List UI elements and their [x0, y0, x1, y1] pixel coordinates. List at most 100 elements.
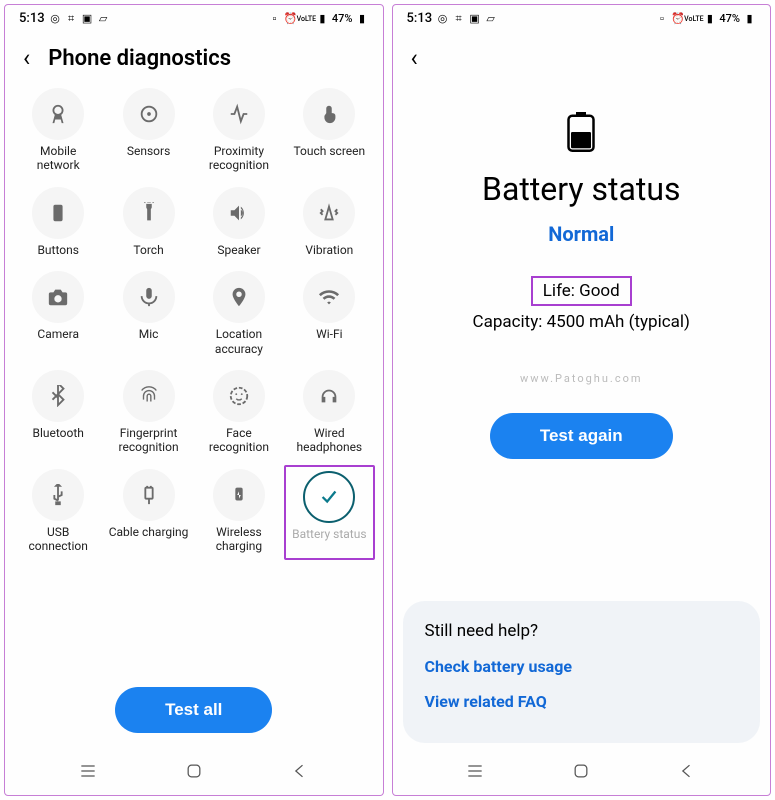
battery-life: Life: Good: [531, 276, 632, 306]
antenna-icon: [32, 88, 84, 140]
header: ‹ Phone diagnostics: [5, 28, 383, 82]
tile-label: Camera: [37, 327, 79, 341]
diag-tile-wifi[interactable]: Wi-Fi: [284, 267, 374, 362]
tile-label: Speaker: [217, 243, 260, 257]
diag-tile-fingerprint[interactable]: Fingerprint recognition: [103, 366, 193, 461]
diag-tile-cable-charge[interactable]: Cable charging: [103, 465, 193, 560]
volte-icon: VoLTE: [300, 12, 313, 25]
sensors-icon: [123, 88, 175, 140]
status-left-icons: ◎ ⌗ ▣ ▱: [436, 12, 497, 25]
check-icon: [303, 471, 355, 523]
test-all-button[interactable]: Test all: [115, 687, 272, 733]
tile-label: Proximity recognition: [199, 144, 279, 173]
diag-tile-location[interactable]: Location accuracy: [194, 267, 284, 362]
wireless-charge-icon: [213, 469, 265, 521]
diagnostics-grid: Mobile network Sensors Proximity recogniti…: [5, 82, 383, 677]
tile-label: Fingerprint recognition: [109, 426, 189, 455]
gallery-icon: ▱: [484, 12, 497, 25]
watermark: www.Patoghu.com: [520, 372, 643, 385]
phone-diagnostics-screen: 5:13 ◎ ⌗ ▣ ▱ ▫ ⏰ VoLTE ▮ 47% ▮ ‹ Phone d…: [4, 4, 384, 796]
tile-label: Torch: [133, 243, 163, 257]
diag-tile-wireless-charge[interactable]: Wireless charging: [194, 465, 284, 560]
diag-tile-check[interactable]: Battery status: [284, 465, 374, 560]
battery-capacity: Capacity: 4500 mAh (typical): [473, 312, 690, 332]
signal-icon: ▮: [703, 12, 716, 25]
recents-button[interactable]: [68, 761, 108, 781]
tile-label: Location accuracy: [199, 327, 279, 356]
back-nav-button[interactable]: [667, 761, 707, 781]
diag-tile-headphones[interactable]: Wired headphones: [284, 366, 374, 461]
home-button[interactable]: [174, 761, 214, 781]
back-button[interactable]: ‹: [411, 44, 418, 72]
nfc-icon: ▫: [655, 12, 668, 25]
tile-label: Wired headphones: [289, 426, 369, 455]
tile-label: Sensors: [127, 144, 170, 158]
check-battery-usage-link[interactable]: Check battery usage: [425, 657, 739, 676]
tile-label: Face recognition: [199, 426, 279, 455]
slack-icon: ⌗: [65, 12, 78, 25]
tile-label: Touch screen: [293, 144, 365, 158]
diag-tile-camera[interactable]: Camera: [13, 267, 103, 362]
tile-label: Buttons: [37, 243, 79, 257]
speaker-icon: [213, 187, 265, 239]
instagram-icon: ▣: [468, 12, 481, 25]
battery-percent: 47%: [332, 12, 353, 25]
page-title: Phone diagnostics: [48, 46, 231, 71]
whatsapp-icon: ◎: [436, 12, 449, 25]
whatsapp-icon: ◎: [49, 12, 62, 25]
view-faq-link[interactable]: View related FAQ: [425, 692, 739, 711]
tile-label: Wi-Fi: [316, 327, 342, 341]
tile-label: Wireless charging: [199, 525, 279, 554]
diag-tile-usb[interactable]: USB connection: [13, 465, 103, 560]
diag-tile-antenna[interactable]: Mobile network: [13, 84, 103, 179]
torch-icon: [123, 187, 175, 239]
diag-tile-sensors[interactable]: Sensors: [103, 84, 193, 179]
nav-bar: [393, 747, 771, 795]
tile-label: Bluetooth: [32, 426, 83, 440]
alarm-icon: ⏰: [671, 12, 684, 25]
diag-tile-touch[interactable]: Touch screen: [284, 84, 374, 179]
usb-icon: [32, 469, 84, 521]
battery-content: Battery status Normal Life: Good Capacit…: [393, 82, 771, 593]
diag-tile-bluetooth[interactable]: Bluetooth: [13, 366, 103, 461]
cable-charge-icon: [123, 469, 175, 521]
mic-icon: [123, 271, 175, 323]
alarm-icon: ⏰: [284, 12, 297, 25]
bluetooth-icon: [32, 370, 84, 422]
home-button[interactable]: [561, 761, 601, 781]
buttons-icon: [32, 187, 84, 239]
location-icon: [213, 271, 265, 323]
battery-icon: ▮: [743, 12, 756, 25]
tile-label: Cable charging: [109, 525, 189, 539]
tile-label: Mic: [139, 327, 159, 341]
status-bar: 5:13 ◎ ⌗ ▣ ▱ ▫ ⏰ VoLTE ▮ 47% ▮: [393, 5, 771, 28]
proximity-icon: [213, 88, 265, 140]
fingerprint-icon: [123, 370, 175, 422]
help-card: Still need help? Check battery usage Vie…: [403, 601, 761, 743]
test-again-button[interactable]: Test again: [490, 413, 673, 459]
diag-tile-torch[interactable]: Torch: [103, 183, 193, 263]
status-bar: 5:13 ◎ ⌗ ▣ ▱ ▫ ⏰ VoLTE ▮ 47% ▮: [5, 5, 383, 28]
slack-icon: ⌗: [452, 12, 465, 25]
vibration-icon: [303, 187, 355, 239]
tile-label: USB connection: [18, 525, 98, 554]
back-button[interactable]: ‹: [23, 44, 30, 72]
touch-icon: [303, 88, 355, 140]
battery-status-screen: 5:13 ◎ ⌗ ▣ ▱ ▫ ⏰ VoLTE ▮ 47% ▮ ‹ Battery…: [392, 4, 772, 796]
headphones-icon: [303, 370, 355, 422]
tile-label: Battery status: [292, 527, 366, 541]
diag-tile-buttons[interactable]: Buttons: [13, 183, 103, 263]
signal-icon: ▮: [316, 12, 329, 25]
status-left-icons: ◎ ⌗ ▣ ▱: [49, 12, 110, 25]
diag-tile-speaker[interactable]: Speaker: [194, 183, 284, 263]
diag-tile-mic[interactable]: Mic: [103, 267, 193, 362]
tile-label: Mobile network: [18, 144, 98, 173]
diag-tile-face[interactable]: Face recognition: [194, 366, 284, 461]
diag-tile-vibration[interactable]: Vibration: [284, 183, 374, 263]
diag-tile-proximity[interactable]: Proximity recognition: [194, 84, 284, 179]
recents-button[interactable]: [455, 761, 495, 781]
header: ‹: [393, 28, 771, 82]
battery-status-value: Normal: [548, 222, 614, 246]
back-nav-button[interactable]: [280, 761, 320, 781]
battery-percent: 47%: [719, 12, 740, 25]
